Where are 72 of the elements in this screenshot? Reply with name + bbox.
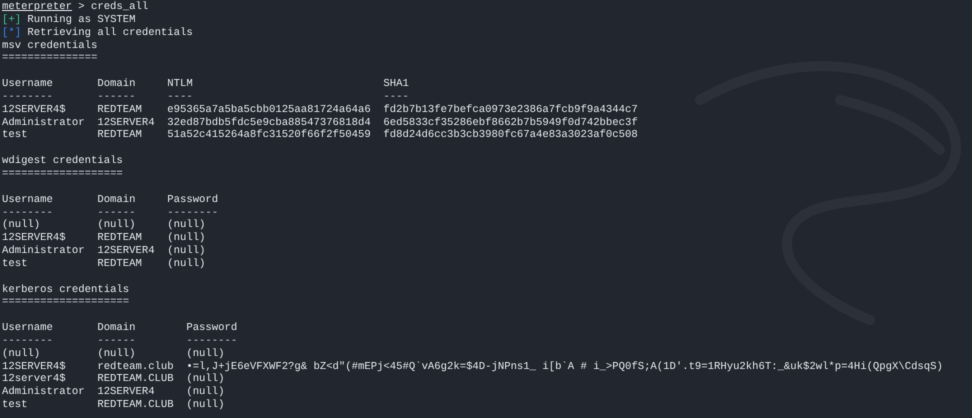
section-underline: =================== xyxy=(2,168,123,181)
table-cell: fd8d24d6cc3b3cb3980fc67a4e83a3023af0c508 xyxy=(383,129,638,142)
table-cell: REDTEAM.CLUB xyxy=(97,373,174,386)
column-rule: -------- xyxy=(2,334,53,347)
table-cell: 51a52c415264a8fc31520f66f2f50459 xyxy=(167,129,371,142)
table-cell: (null) xyxy=(2,348,40,360)
table-cell: (null) xyxy=(2,219,40,232)
table-cell: REDTEAM xyxy=(97,232,142,244)
status-message: Retrieving all credentials xyxy=(27,26,193,40)
status-marker: [*] xyxy=(2,26,22,40)
table-cell: e95365a7a5ba5cbb0125aa81724a64a6 xyxy=(167,104,371,116)
table-cell: (null) xyxy=(186,399,224,412)
column-rule: -------- xyxy=(186,334,238,347)
table-cell: (null) xyxy=(167,258,206,270)
column-header: Username xyxy=(2,322,53,334)
column-header: Domain xyxy=(97,78,136,90)
section-title: msv credentials xyxy=(2,40,98,52)
table-cell: Administrator xyxy=(2,245,85,258)
table-cell: (null) xyxy=(167,245,206,258)
column-rule: -------- xyxy=(167,206,218,218)
prompt-symbol: > xyxy=(78,1,85,14)
table-cell: 12SERVER4 xyxy=(97,245,155,258)
column-header: SHA1 xyxy=(383,78,409,90)
column-header: Username xyxy=(2,78,53,90)
table-cell: •=l,J+jE6eVFXWF2?g& bZ<d"(#mEPj<45#Q`vA6g2k=$4D-jNPns1_ i[b`A # i_>PQ0fS;A(1D'.t9=1RHyu2kh6T:_&uk$2wl*p=4Hi(QpgX\CdsqS) xyxy=(186,360,943,373)
table-cell: (null) xyxy=(167,219,206,232)
section-underline: =============== xyxy=(2,52,98,66)
table-cell: REDTEAM xyxy=(97,129,142,142)
section-title: wdigest credentials xyxy=(2,155,123,168)
column-rule: ---- xyxy=(167,90,193,103)
column-rule: -------- xyxy=(2,90,53,103)
table-cell: test xyxy=(2,258,28,270)
table-cell: (null) xyxy=(97,348,136,360)
column-header: NTLM xyxy=(167,78,193,90)
table-cell: REDTEAM.CLUB xyxy=(97,399,174,412)
column-rule: ------ xyxy=(97,90,136,103)
column-rule: ------ xyxy=(97,334,136,347)
table-cell: Administrator xyxy=(2,116,85,129)
section-title: kerberos credentials xyxy=(2,284,130,296)
column-header: Domain xyxy=(97,194,136,206)
table-cell: REDTEAM xyxy=(97,258,142,270)
table-cell: Administrator xyxy=(2,386,85,398)
table-cell: fd2b7b13fe7befca0973e2386a7fcb9f9a4344c7 xyxy=(383,104,638,116)
table-cell: test xyxy=(2,399,28,412)
table-cell: REDTEAM xyxy=(97,104,142,116)
table-cell: (null) xyxy=(186,348,224,360)
table-cell: (null) xyxy=(167,232,206,244)
section-underline: ==================== xyxy=(2,296,130,310)
table-cell: 12SERVER4$ xyxy=(2,104,66,116)
table-cell: 12SERVER4 xyxy=(97,116,155,129)
table-cell: test xyxy=(2,129,28,142)
table-cell: 12SERVER4$ xyxy=(2,232,66,244)
column-header: Password xyxy=(186,322,238,334)
table-cell: 6ed5833cf35286ebf8662b7b5949f0d742bbec3f xyxy=(383,116,638,129)
column-header: Password xyxy=(167,194,218,206)
command-text: creds_all xyxy=(90,1,148,14)
column-header: Username xyxy=(2,194,53,206)
prompt-context: meterpreter xyxy=(2,1,72,14)
table-cell: 12server4$ xyxy=(2,373,66,386)
table-cell: (null) xyxy=(97,219,136,232)
table-cell: 32ed87bdb5fdc5e9cba88547376818d4 xyxy=(167,116,371,129)
column-rule: ------ xyxy=(97,206,136,218)
status-message: Running as SYSTEM xyxy=(27,14,136,27)
status-marker: [+] xyxy=(2,14,22,27)
table-cell: 12SERVER4$ xyxy=(2,360,66,373)
column-rule: ---- xyxy=(383,90,409,103)
column-header: Domain xyxy=(97,322,136,334)
table-cell: (null) xyxy=(186,373,224,386)
table-cell: 12SERVER4 xyxy=(97,386,155,398)
table-cell: redteam.club xyxy=(97,360,174,373)
table-cell: (null) xyxy=(186,386,224,398)
column-rule: -------- xyxy=(2,206,53,218)
